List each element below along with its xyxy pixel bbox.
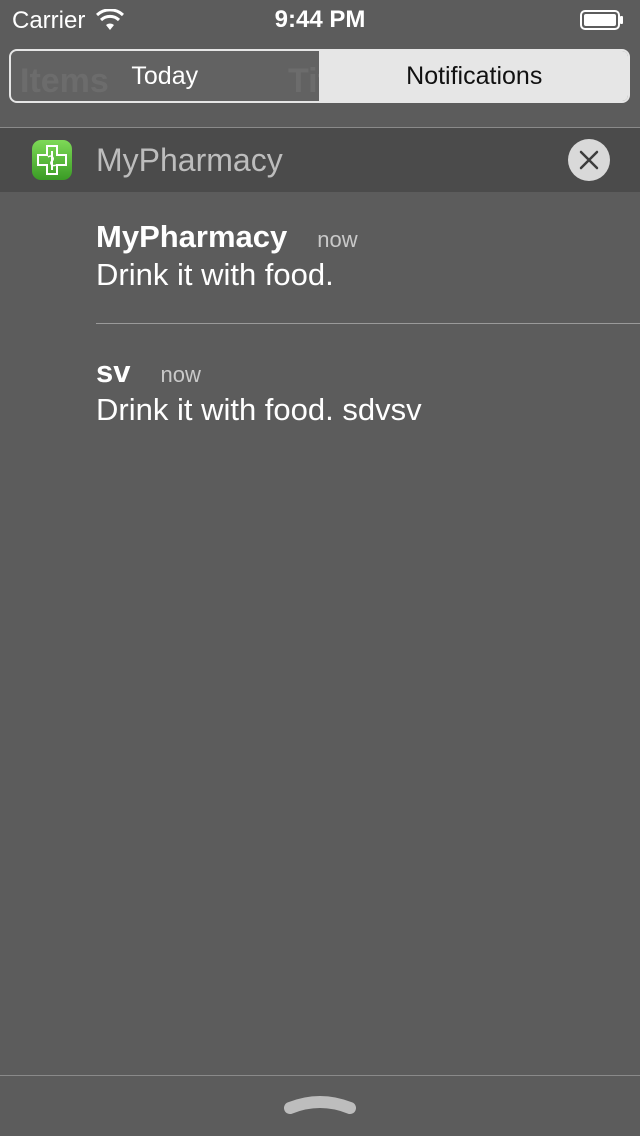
tab-notifications[interactable]: Notifications: [320, 51, 628, 101]
app-group-name: MyPharmacy: [96, 142, 283, 178]
notification-time: now: [160, 362, 201, 387]
notification-message: Drink it with food.: [96, 257, 334, 292]
status-time: 9:44 PM: [274, 6, 366, 33]
battery-icon: [580, 10, 623, 30]
notification-time: now: [317, 227, 358, 252]
clear-notifications-button[interactable]: [568, 139, 610, 181]
notification-divider: [96, 323, 640, 324]
notification-title: sv: [96, 354, 131, 389]
tab-notifications-label: Notifications: [406, 61, 543, 90]
tab-today[interactable]: Today: [11, 51, 321, 101]
notification-title: MyPharmacy: [96, 219, 288, 254]
view-segmented-control: Today Notifications: [9, 49, 630, 103]
notification-message: Drink it with food. sdvsv: [96, 392, 422, 427]
app-group-header: MyPharmacy: [0, 128, 640, 192]
bottom-divider: [0, 1075, 640, 1076]
close-icon: [579, 150, 599, 170]
tab-today-label: Today: [131, 61, 199, 90]
notification-item[interactable]: MyPharmacy now Drink it with food.: [96, 218, 640, 294]
dismiss-handle-icon[interactable]: [280, 1092, 360, 1120]
notification-item[interactable]: sv now Drink it with food. sdvsv: [96, 353, 640, 429]
pharmacy-cross-icon: [32, 140, 72, 180]
status-bar: Carrier 9:44 PM: [0, 0, 640, 40]
